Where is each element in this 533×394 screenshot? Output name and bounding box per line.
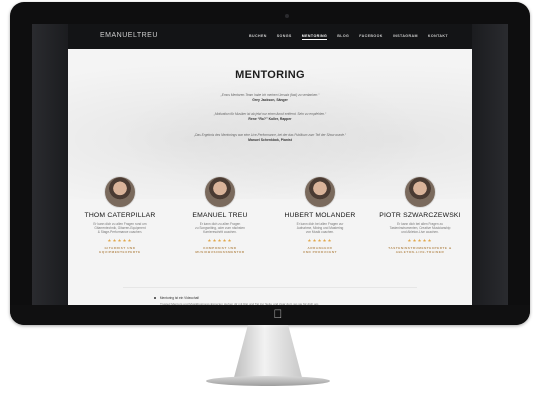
bullet-text: Mentoring ist ein Videochat! (159, 296, 200, 300)
member-tag-line: EQUIPMENTEXPERTE (99, 249, 141, 254)
member-tags: TASTENINSTRUMENTEXPERTE & ABLETON-LIVE-T… (370, 246, 470, 254)
member-description: Er kann dich bei allen Fragen zu Tasteni… (370, 222, 470, 235)
rating-stars: ★★★★★ (107, 237, 133, 243)
quote-2-author: Rene “Ro?” Koller, Rapper (248, 117, 292, 121)
member-description: Er kann dich zu allen Fragen rund um Git… (70, 222, 170, 235)
member-name: HUBERT MOLANDER (284, 212, 356, 219)
quote-3-author: Manuel Schenkbok, Pianist (248, 138, 292, 142)
bullet-item: Mentoring ist ein Videochat! (154, 296, 199, 300)
nav-link-songs[interactable]: SONGS (277, 34, 292, 40)
member-name: PIOTR SZWARCZEWSKI (379, 212, 461, 219)
page-title: MENTORING (235, 69, 305, 81)
team-member: HUBERT MOLANDER Er kann dich bei allen F… (270, 176, 370, 254)
rating-stars: ★★★★★ (207, 237, 233, 243)
member-tags: GITARRIST UND EQUIPMENTEXPERTE (70, 246, 170, 254)
camera-dot (285, 14, 289, 18)
quote-3-text: „Das Ergebnis des Mentorings war eine Li… (194, 133, 346, 137)
member-tag-line: MUSIKBUSINESSMENTOR (195, 249, 245, 254)
member-tag-line: UND PRODUCENT (302, 249, 338, 254)
bullet-dot-icon (154, 297, 156, 300)
apple-icon:  (272, 308, 284, 320)
monitor-base (206, 376, 330, 386)
rating-stars: ★★★★★ (307, 237, 333, 243)
member-tag-line: ABLETON-LIVE-TRAINER (395, 249, 445, 254)
member-description: Er kann dich bei allen Fragen zur Aufnah… (270, 222, 370, 235)
quote-1-text: „Emos Mentoren-Team habe ich meinen Umsa… (220, 93, 320, 97)
member-desc-line: Karriereschritt coachen. (203, 230, 237, 235)
avatar (104, 176, 136, 208)
nav-link-mentoring[interactable]: MENTORING (301, 34, 328, 40)
monitor-chin (10, 305, 530, 325)
nav-link-buchen[interactable]: BUCHEN (249, 34, 267, 40)
nav-link-instagram[interactable]: INSTAGRAM (393, 34, 418, 40)
quote-1-author: Grey Jackson, Sänger (252, 98, 288, 102)
avatar (204, 176, 236, 208)
member-description: Er kann dich zu allen Fragen zu Songwrit… (170, 222, 270, 235)
team-member: EMANUEL TREU Er kann dich zu allen Frage… (170, 176, 270, 254)
nav-links: BUCHEN SONGS MENTORING BLOG FACEBOOK INS… (249, 34, 448, 40)
rating-stars: ★★★★★ (407, 237, 433, 243)
avatar (304, 176, 336, 208)
nav-link-kontakt[interactable]: KONTAKT (428, 34, 448, 40)
member-name: EMANUEL TREU (192, 212, 248, 219)
screen-shadow-left (32, 24, 68, 307)
navbar: EMANUELTREU BUCHEN SONGS MENTORING BLOG … (68, 24, 472, 49)
screen: EMANUELTREU BUCHEN SONGS MENTORING BLOG … (32, 24, 508, 307)
member-tags: KOMPONIST UND MUSIKBUSINESSMENTOR (170, 246, 270, 254)
member-desc-line: und Ableton-Live coachen. (401, 230, 439, 235)
nav-link-facebook[interactable]: FACEBOOK (359, 34, 383, 40)
member-desc-line: & Stage-Performance coachen. (97, 230, 143, 235)
monitor-frame: EMANUELTREU BUCHEN SONGS MENTORING BLOG … (10, 2, 530, 325)
website: EMANUELTREU BUCHEN SONGS MENTORING BLOG … (68, 24, 472, 307)
screen-shadow-right (472, 24, 508, 307)
team-member: THOM CATERPILLAR Er kann dich zu allen F… (70, 176, 170, 254)
avatar (404, 176, 436, 208)
quote-2-text: „Motivation für Musiker ist ab jetzt nur… (213, 112, 327, 116)
member-name: THOM CATERPILLAR (84, 212, 156, 219)
team-member: PIOTR SZWARCZEWSKI Er kann dich bei alle… (370, 176, 470, 254)
nav-link-blog[interactable]: BLOG (337, 34, 349, 40)
member-tags: ARRANGEUR UND PRODUCENT (270, 246, 370, 254)
section-divider (123, 287, 417, 288)
member-desc-line: von Musik coachen. (305, 230, 335, 235)
site-logo[interactable]: EMANUELTREU (100, 32, 158, 39)
